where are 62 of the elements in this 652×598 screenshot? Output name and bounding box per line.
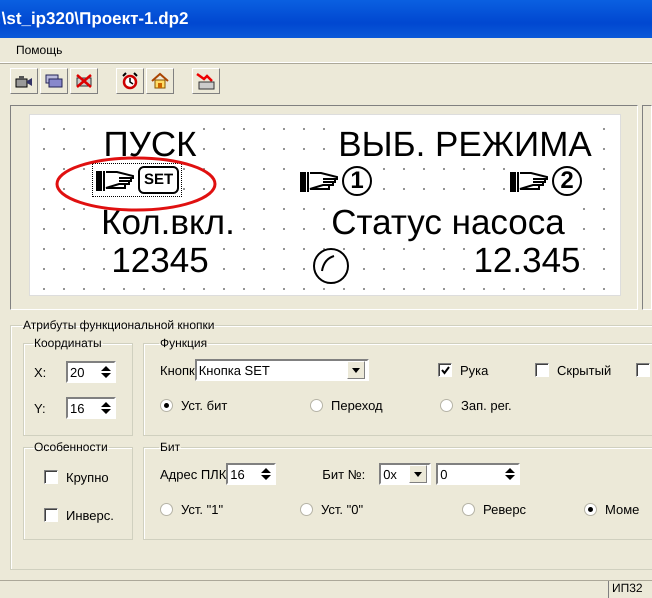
radio-button[interactable] (584, 502, 597, 516)
lamp-icon (312, 247, 350, 285)
function-button[interactable]: SET (92, 163, 182, 197)
toolbar-button[interactable] (192, 68, 220, 94)
dropdown-field[interactable]: 0x (379, 463, 432, 485)
field-label: Адрес ПЛК (160, 466, 226, 482)
alarm-clock-icon (121, 72, 139, 90)
field-label: Y: (34, 400, 46, 416)
toolbar-button[interactable] (146, 68, 174, 94)
radio-button[interactable] (440, 398, 453, 412)
toolbar-button[interactable] (10, 68, 38, 94)
radio-button[interactable] (310, 398, 323, 412)
group-title: Координаты (33, 336, 103, 350)
field-label: X: (34, 364, 46, 380)
house-icon (151, 72, 169, 90)
radio-label: Переход (331, 398, 383, 412)
menu-item[interactable]: Помощь (16, 43, 62, 57)
dropdown-arrow-icon (414, 472, 422, 476)
checkbox[interactable] (44, 508, 58, 522)
field-label: Бит №: (322, 466, 366, 482)
checkbox[interactable] (438, 363, 452, 377)
radio-label: Уст. "0" (321, 502, 364, 516)
spin-field[interactable]: 16 (226, 463, 276, 485)
window-title: :\st_ip320\Проект-1.dp2 (0, 9, 188, 29)
checkbox[interactable] (535, 363, 549, 377)
checkbox[interactable] (44, 470, 58, 484)
radio-button[interactable] (160, 398, 173, 412)
spin-field[interactable]: 20 (66, 361, 116, 383)
checkbox-label: Скрытый (557, 362, 612, 378)
circled-number: 2 (552, 166, 582, 196)
group-title: Функция (159, 336, 208, 350)
spin-field[interactable]: 0 (436, 463, 520, 485)
dropdown-arrow-icon (352, 368, 360, 372)
circled-number: 1 (342, 166, 372, 196)
radio-label: Реверс (483, 502, 526, 516)
group-title: Особенности (33, 440, 109, 454)
spin-arrows-icon (260, 466, 272, 482)
status-panel: ИП32 (608, 581, 652, 598)
spin-arrows-icon (100, 364, 112, 380)
checkbox-label: Инверс. (66, 508, 114, 522)
toolbar-button[interactable] (70, 68, 98, 94)
radio-label: Уст. бит (181, 398, 228, 412)
radio-label: Моме (605, 502, 640, 516)
toolbar-button[interactable] (116, 68, 144, 94)
camera-icon (15, 73, 33, 89)
radio-button[interactable] (300, 502, 313, 516)
spin-arrows-icon (100, 400, 112, 416)
radio-label: Уст. "1" (181, 502, 224, 516)
field-label: Кнопк (160, 362, 195, 378)
dropdown-field[interactable]: Кнопка SET (194, 359, 369, 381)
group-title: Атрибуты функциональной кнопки (22, 318, 216, 332)
checkbox-label: Рука (460, 362, 488, 378)
toolbar-button[interactable] (40, 68, 68, 94)
set-key: SET (138, 166, 180, 194)
checkbox-label: Крупно (66, 470, 109, 484)
checkbox[interactable] (636, 363, 650, 377)
radio-button[interactable] (160, 502, 173, 516)
radio-button[interactable] (462, 502, 475, 516)
spin-arrows-icon (504, 466, 516, 482)
radio-label: Зап. рег. (461, 398, 512, 412)
spin-field[interactable]: 16 (66, 397, 116, 419)
group-title: Бит (159, 440, 182, 454)
